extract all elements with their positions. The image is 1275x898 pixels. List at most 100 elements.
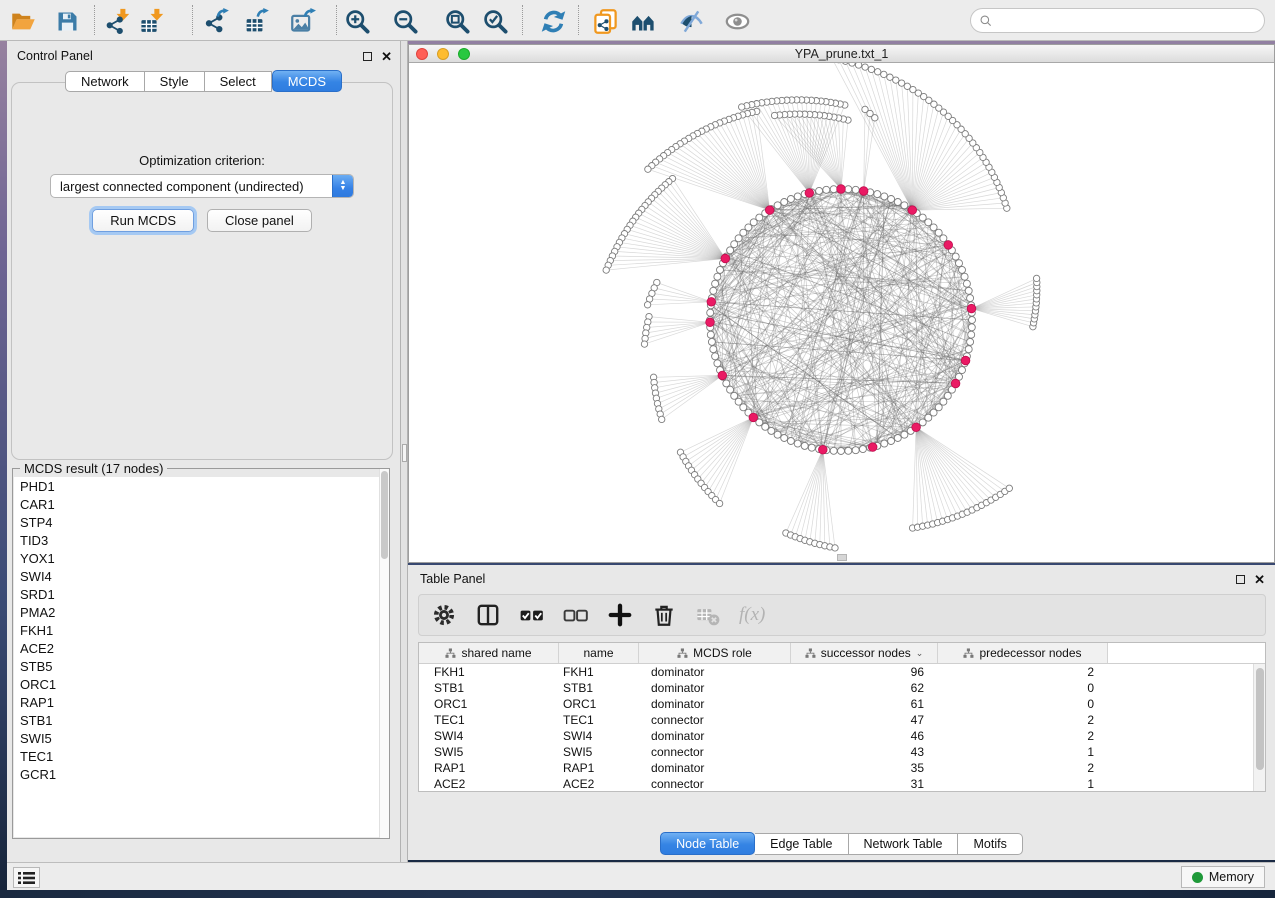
close-panel-icon[interactable]: ✕ <box>381 50 392 63</box>
mcds-node-item[interactable]: ORC1 <box>14 675 388 693</box>
mcds-node[interactable] <box>967 304 976 313</box>
table-cell[interactable]: ACE2 <box>559 777 639 791</box>
table-cell[interactable]: 0 <box>938 697 1108 711</box>
mcds-node[interactable] <box>749 413 758 422</box>
table-settings-button[interactable] <box>429 600 459 630</box>
mcds-node[interactable] <box>805 189 814 198</box>
tab-edge-table[interactable]: Edge Table <box>755 833 848 855</box>
zoom-selected-button[interactable] <box>480 5 512 37</box>
table-row-TEC1[interactable]: TEC1TEC1connector472 <box>419 712 1265 728</box>
mcds-node-item[interactable]: RAP1 <box>14 693 388 711</box>
close-panel-button[interactable]: Close panel <box>207 209 312 232</box>
table-cell[interactable]: 35 <box>791 761 938 775</box>
mcds-node-item[interactable]: GCR1 <box>14 765 388 783</box>
splitter-grip[interactable] <box>402 444 407 462</box>
hide-graphics-details-button[interactable] <box>676 5 708 37</box>
mcds-node-item[interactable]: ACE2 <box>14 639 388 657</box>
mcds-node[interactable] <box>765 206 774 215</box>
new-network-from-selection-button[interactable] <box>590 5 622 37</box>
mcds-node[interactable] <box>912 423 921 432</box>
column-header-successor-nodes[interactable]: successor nodes⌄ <box>791 643 938 663</box>
mcds-node-item[interactable]: STP4 <box>14 513 388 531</box>
table-cell[interactable]: FKH1 <box>419 665 559 679</box>
optimization-criterion-select[interactable]: largest connected component (undirected)… <box>50 174 354 198</box>
table-row-RAP1[interactable]: RAP1RAP1dominator352 <box>419 760 1265 776</box>
table-cell[interactable]: ORC1 <box>559 697 639 711</box>
mcds-node[interactable] <box>707 298 716 307</box>
close-table-panel-icon[interactable]: ✕ <box>1254 573 1265 586</box>
column-header-predecessor-nodes[interactable]: predecessor nodes <box>938 643 1108 663</box>
mcds-node[interactable] <box>908 206 917 215</box>
column-header-shared-name[interactable]: shared name <box>419 643 559 663</box>
table-cell[interactable]: dominator <box>639 761 791 775</box>
mcds-node-item[interactable]: STB5 <box>14 657 388 675</box>
show-graphics-details-button[interactable] <box>722 5 754 37</box>
table-cell[interactable]: ORC1 <box>419 697 559 711</box>
mcds-node[interactable] <box>859 187 868 196</box>
table-row-STB1[interactable]: STB1STB1dominator620 <box>419 680 1265 696</box>
table-cell[interactable]: STB1 <box>419 681 559 695</box>
memory-button[interactable]: Memory <box>1181 866 1265 888</box>
zoom-window-icon[interactable] <box>458 48 470 60</box>
vertical-splitter[interactable] <box>400 41 408 862</box>
save-session-button[interactable] <box>52 5 84 37</box>
table-cell[interactable]: connector <box>639 777 791 791</box>
mcds-node[interactable] <box>837 185 846 194</box>
table-cell[interactable]: 2 <box>938 761 1108 775</box>
mcds-result-list[interactable]: PHD1CAR1STP4TID3YOX1SWI4SRD1PMA2FKH1ACE2… <box>14 477 388 837</box>
table-row-SWI4[interactable]: SWI4SWI4dominator462 <box>419 728 1265 744</box>
tab-mcds[interactable]: MCDS <box>272 70 342 92</box>
table-cell[interactable]: 2 <box>938 729 1108 743</box>
table-cell[interactable]: dominator <box>639 729 791 743</box>
mcds-node-item[interactable]: PMA2 <box>14 603 388 621</box>
scrollbar-thumb[interactable] <box>381 471 388 559</box>
table-scrollbar-thumb[interactable] <box>1256 668 1264 770</box>
mcds-node-item[interactable]: YOX1 <box>14 549 388 567</box>
mcds-node[interactable] <box>721 254 730 263</box>
table-cell[interactable]: dominator <box>639 697 791 711</box>
table-cell[interactable]: 46 <box>791 729 938 743</box>
table-cell[interactable]: 2 <box>938 713 1108 727</box>
export-table-button[interactable] <box>242 5 274 37</box>
table-cell[interactable]: STB1 <box>559 681 639 695</box>
network-canvas[interactable] <box>409 63 1274 562</box>
mcds-node-item[interactable]: TID3 <box>14 531 388 549</box>
network-window-titlebar[interactable]: YPA_prune.txt_1 <box>409 45 1274 63</box>
table-cell[interactable]: 43 <box>791 745 938 759</box>
add-column-button[interactable] <box>605 600 635 630</box>
mcds-node[interactable] <box>706 318 715 327</box>
select-all-rows-button[interactable] <box>517 600 547 630</box>
import-table-button[interactable] <box>138 5 170 37</box>
horizontal-splitter-grip[interactable] <box>837 554 847 561</box>
mcds-node-item[interactable]: STB1 <box>14 711 388 729</box>
table-row-SWI5[interactable]: SWI5SWI5connector431 <box>419 744 1265 760</box>
zoom-fit-button[interactable] <box>442 5 474 37</box>
column-header-MCDS-role[interactable]: MCDS role <box>639 643 791 663</box>
float-table-panel-icon[interactable] <box>1236 575 1245 584</box>
open-file-button[interactable] <box>8 5 40 37</box>
mcds-node-item[interactable]: SWI5 <box>14 729 388 747</box>
sort-chevron-icon[interactable]: ⌄ <box>916 648 924 659</box>
mcds-node-item[interactable]: CAR1 <box>14 495 388 513</box>
table-cell[interactable]: 1 <box>938 745 1108 759</box>
table-cell[interactable]: 0 <box>938 681 1108 695</box>
tab-motifs[interactable]: Motifs <box>958 833 1022 855</box>
table-cell[interactable]: RAP1 <box>419 761 559 775</box>
mcds-node[interactable] <box>951 379 960 388</box>
table-row-ACE2[interactable]: ACE2ACE2connector311 <box>419 776 1265 792</box>
float-panel-icon[interactable] <box>363 52 372 61</box>
toggle-panel-mode-button[interactable] <box>473 600 503 630</box>
search-input[interactable] <box>993 11 1264 31</box>
table-cell[interactable]: dominator <box>639 681 791 695</box>
table-cell[interactable]: 2 <box>938 665 1108 679</box>
mcds-node-item[interactable]: PHD1 <box>14 477 388 495</box>
refresh-network-button[interactable] <box>538 5 570 37</box>
table-cell[interactable]: TEC1 <box>419 713 559 727</box>
export-network-button[interactable] <box>202 5 234 37</box>
mcds-node-item[interactable]: SRD1 <box>14 585 388 603</box>
tab-network[interactable]: Network <box>65 71 145 92</box>
table-cell[interactable]: TEC1 <box>559 713 639 727</box>
mcds-node[interactable] <box>868 443 877 452</box>
mcds-list-scrollbar[interactable] <box>379 469 389 838</box>
mcds-node[interactable] <box>718 371 727 380</box>
